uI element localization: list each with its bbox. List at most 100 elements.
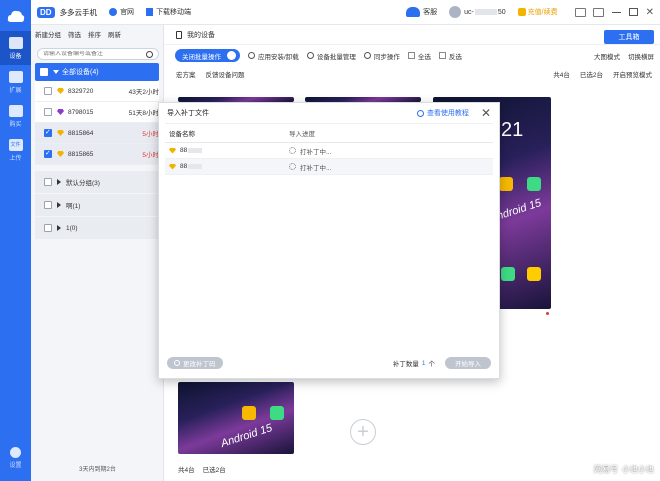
view-mode-dropdown[interactable]: 大图模式	[594, 51, 620, 61]
invert-select-button[interactable]: 反选	[438, 51, 462, 61]
all-devices-group[interactable]: 全部设备(4)	[35, 63, 159, 81]
device-checkbox[interactable]	[44, 87, 52, 95]
maximize-button[interactable]	[628, 8, 638, 16]
macro-button[interactable]: 宏方案	[176, 69, 196, 79]
mail-icon[interactable]	[592, 7, 604, 17]
view-controls: 大图模式 切换横屏	[586, 51, 660, 61]
device-list-item[interactable]: 8815864 5小时	[35, 123, 159, 144]
chevron-right-icon	[57, 225, 61, 231]
group-checkbox[interactable]	[44, 201, 52, 209]
rail-label: 购买	[9, 121, 22, 128]
dialog-title: 导入补丁文件	[167, 110, 209, 117]
device-id: 8815864	[68, 129, 94, 137]
loading-icon	[289, 163, 296, 170]
search-icon[interactable]	[146, 50, 153, 58]
avatar	[449, 6, 462, 18]
vip-gem-icon	[169, 147, 176, 154]
screenshot-icon[interactable]	[574, 7, 586, 17]
group-1[interactable]: 1(0)	[35, 217, 159, 240]
action-label: 设备批量管理	[316, 53, 356, 61]
device-list-item[interactable]: 8815865 5小时	[35, 144, 159, 165]
total-count: 共4台	[553, 72, 570, 79]
group-a[interactable]: 啊(1)	[35, 194, 159, 217]
sort-button[interactable]: 排序	[88, 29, 101, 39]
switch-orientation-button[interactable]: 切换横屏	[628, 51, 654, 61]
help-link[interactable]: 查看使用教程	[416, 108, 469, 118]
customer-service-button[interactable]: 客服	[406, 7, 437, 17]
action-label: 全选	[417, 53, 431, 61]
download-mobile-link[interactable]: 下载移动端	[146, 7, 191, 17]
top-bar: DD 多多云手机 官网 下载移动端 客服 uc- 50 充值/续费 ✕	[31, 0, 660, 25]
user-account[interactable]: uc- 50	[449, 6, 506, 18]
recharge-button[interactable]: 充值/续费	[517, 7, 558, 17]
android-app-icon[interactable]	[270, 406, 284, 420]
sync-button[interactable]: 同步操作	[363, 51, 400, 61]
group-checkbox[interactable]	[44, 178, 52, 186]
rail-item-buy[interactable]: 购买	[0, 99, 31, 133]
app-install-button[interactable]: 应用安装/卸载	[248, 51, 299, 61]
new-group-button[interactable]: 新建分组	[35, 29, 61, 39]
top-right: 客服 uc- 50 充值/续费 ✕	[406, 6, 660, 18]
all-devices-checkbox[interactable]	[40, 68, 48, 76]
vip-gem-icon	[169, 163, 176, 170]
invert-icon	[438, 52, 446, 59]
link-label: 下载移动端	[156, 9, 192, 16]
select-all-checkbox[interactable]: 全选	[407, 51, 431, 61]
file-app-icon[interactable]	[499, 177, 513, 191]
device-checkbox[interactable]	[44, 128, 52, 137]
batch-manage-button[interactable]: 设备批量管理	[306, 51, 356, 61]
upload-file-icon: 文件	[8, 138, 23, 151]
official-site-link[interactable]: 官网	[109, 7, 134, 17]
minimize-button[interactable]	[611, 11, 621, 13]
help-icon	[416, 109, 424, 117]
device-list-item[interactable]: 8329720 43天2小时	[35, 81, 159, 102]
device-list-item[interactable]: 8798015 51天8小时	[35, 102, 159, 123]
start-import-button[interactable]: 开始导入	[445, 357, 491, 369]
device-id-redacted	[188, 164, 203, 169]
rail-item-settings[interactable]: 设置	[0, 441, 31, 475]
user-suffix: 50	[497, 8, 506, 16]
recharge-label: 充值/续费	[527, 9, 558, 16]
device-prefix: 88	[180, 147, 188, 154]
android-app-icon[interactable]	[501, 267, 515, 281]
file-app-icon[interactable]	[242, 406, 256, 420]
expiry-notice[interactable]: 3天内到期2台	[31, 464, 164, 473]
globe-icon	[109, 8, 118, 16]
feedback-button[interactable]: 反馈设备问题	[206, 69, 245, 79]
batch-toggle-label: 关闭批量操作	[182, 53, 221, 61]
rail-item-devices[interactable]: 设备	[0, 31, 31, 65]
sticker-app-icon[interactable]	[527, 267, 541, 281]
rail-item-extend[interactable]: 扩展	[0, 65, 31, 99]
device-id-redacted	[188, 148, 203, 153]
toolbox-button[interactable]: 工具箱	[604, 30, 654, 44]
group-checkbox[interactable]	[44, 224, 52, 232]
close-window-button[interactable]: ✕	[646, 7, 654, 17]
close-icon[interactable]: ✕	[481, 107, 491, 119]
refresh-button[interactable]: 刷新	[108, 29, 121, 39]
device-checkbox[interactable]	[44, 149, 52, 158]
vip-gem-icon	[57, 109, 64, 115]
rail-item-upload[interactable]: 文件 上传	[0, 133, 31, 167]
dialog-footer: 更改补丁码 补丁数量 1 个 开始导入	[159, 348, 499, 378]
vip-gem-icon	[57, 88, 64, 94]
link-label: 官网	[120, 9, 135, 16]
count-value: 1	[421, 359, 426, 367]
apps-grid-icon	[8, 70, 23, 83]
filter-button[interactable]: 筛选	[68, 29, 81, 39]
chevron-down-icon	[53, 70, 59, 74]
device-screen[interactable]: Android 15	[178, 382, 294, 454]
bottom-count: 共4台 已选2台	[178, 464, 234, 474]
table-row: 88 打补丁中...	[165, 143, 493, 159]
search-input[interactable]	[43, 51, 146, 57]
add-device-button[interactable]: +	[350, 419, 376, 445]
preview-mode-button[interactable]: 开启预览模式	[613, 69, 652, 79]
group-default[interactable]: 默认分组(3)	[35, 171, 159, 194]
android-app-icon[interactable]	[527, 177, 541, 191]
batch-toggle[interactable]: 关闭批量操作	[175, 49, 240, 62]
change-patch-button[interactable]: 更改补丁码	[167, 357, 223, 369]
vip-icon	[517, 8, 526, 16]
selected-count: 已选2台	[579, 72, 603, 79]
sidebar-toolbar: 新建分组 筛选 排序 刷新	[31, 25, 163, 42]
all-devices-label: 全部设备(4)	[62, 69, 99, 76]
device-checkbox[interactable]	[44, 108, 52, 116]
